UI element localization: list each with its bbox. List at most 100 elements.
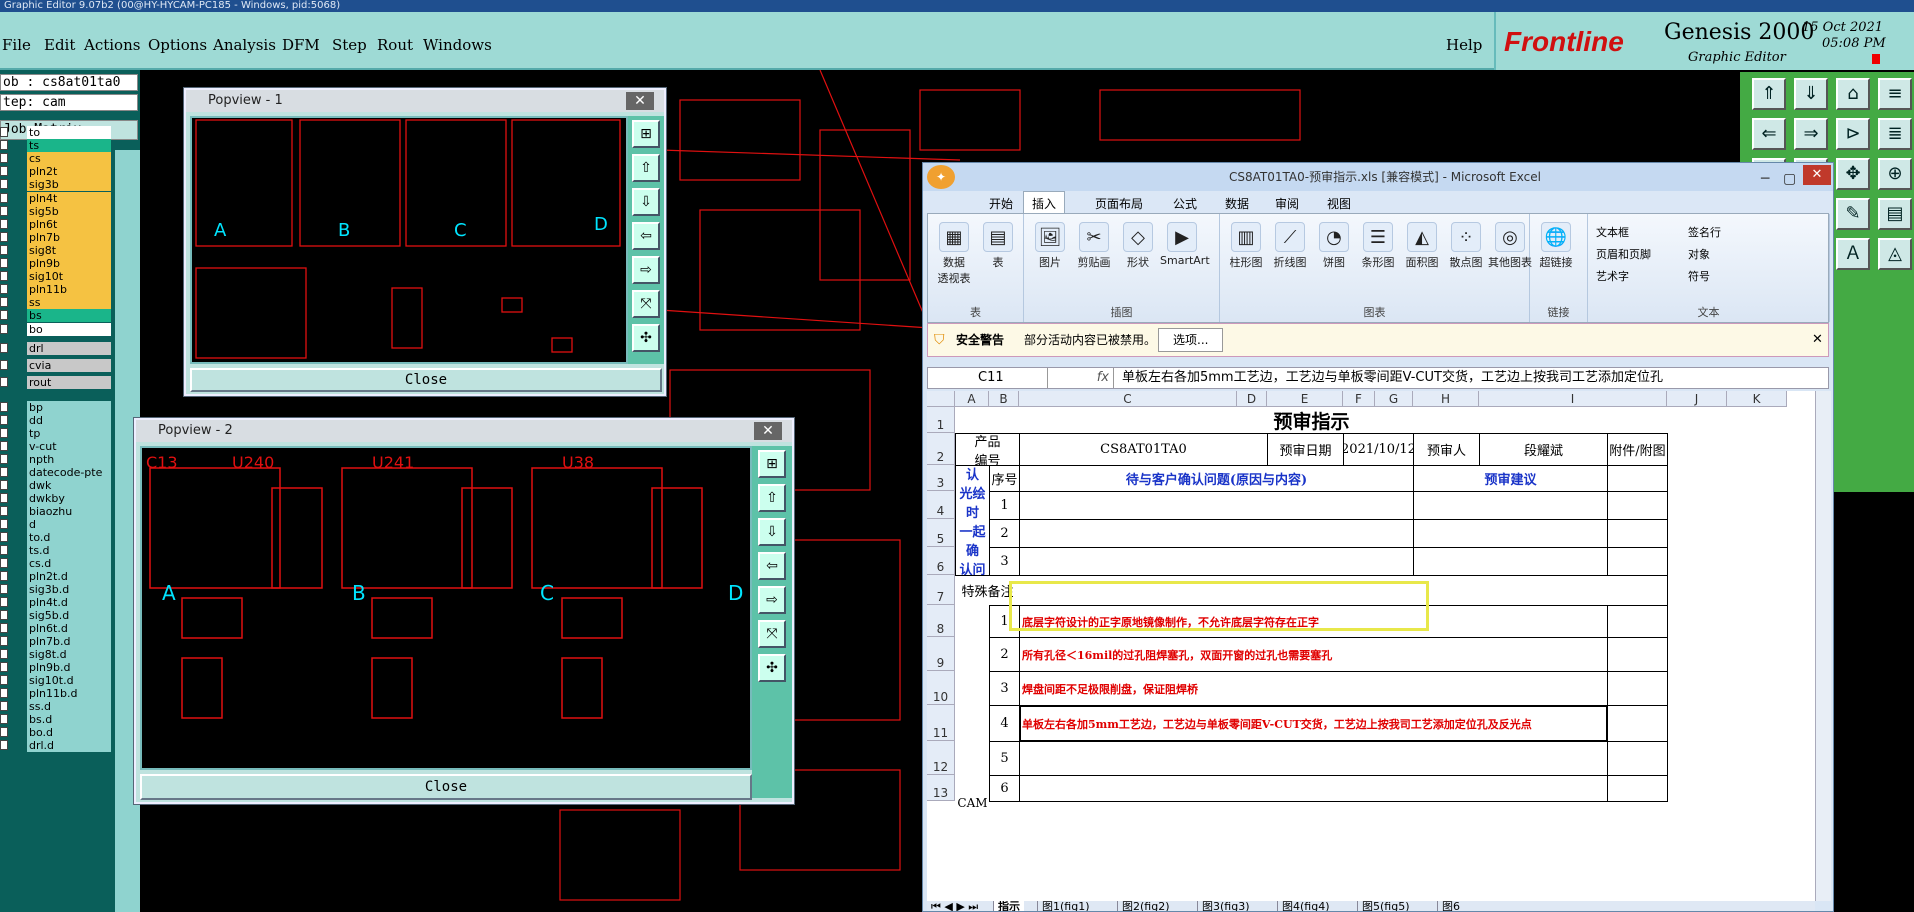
- attachment-cell[interactable]: [1607, 491, 1668, 520]
- tab-insert[interactable]: 插入: [1023, 191, 1066, 215]
- note-number[interactable]: 5: [989, 741, 1020, 776]
- layer-item[interactable]: pln7b: [27, 230, 111, 244]
- layer-checkbox[interactable]: [0, 648, 8, 659]
- ribbon-button[interactable]: ☰ 条形图: [1356, 222, 1400, 270]
- layer-checkbox[interactable]: [0, 518, 8, 529]
- menu-actions[interactable]: Actions: [84, 36, 140, 54]
- up-icon[interactable]: ⇑: [1752, 78, 1786, 110]
- layer-item[interactable]: pln7b.d: [27, 634, 111, 648]
- row-header[interactable]: 9: [927, 637, 955, 671]
- attachment-cell[interactable]: [1607, 671, 1668, 706]
- cam-label[interactable]: CAM: [955, 777, 990, 810]
- layer-checkbox[interactable]: [0, 231, 8, 242]
- add-icon[interactable]: ⊕: [1878, 158, 1912, 190]
- layer-checkbox[interactable]: [0, 453, 8, 464]
- layer-item[interactable]: rout: [27, 375, 111, 389]
- confirm-label[interactable]: 待确认 光绘时 一起确 认问题: [955, 465, 990, 576]
- layer-item[interactable]: sig10t.d: [27, 673, 111, 687]
- date-value[interactable]: 2021/10/12: [1343, 433, 1414, 466]
- row-header[interactable]: 7: [927, 575, 955, 605]
- layer-checkbox[interactable]: [0, 140, 8, 151]
- layer-item[interactable]: dwk: [27, 478, 111, 492]
- reviewer-label[interactable]: 预审人: [1413, 433, 1480, 466]
- layer-checkbox[interactable]: [0, 492, 8, 503]
- ribbon-button[interactable]: ◭ 面积图: [1400, 222, 1444, 270]
- layer-item[interactable]: ts.d: [27, 543, 111, 557]
- menu-dfm[interactable]: DFM: [282, 36, 320, 54]
- layer-checkbox[interactable]: [0, 661, 8, 672]
- popview-fit-icon[interactable]: ⤧: [758, 620, 786, 648]
- popview-right-icon[interactable]: ⇨: [632, 256, 660, 284]
- layer-checkbox[interactable]: [0, 166, 8, 177]
- attachment-cell[interactable]: [1607, 775, 1668, 802]
- layer-item[interactable]: drl: [27, 341, 111, 355]
- measure-icon[interactable]: ◬: [1878, 238, 1912, 270]
- seq-number[interactable]: 2: [989, 519, 1020, 548]
- row-header[interactable]: 12: [927, 741, 955, 775]
- layer-item[interactable]: npth: [27, 452, 111, 466]
- ribbon-text-item[interactable]: 艺术字: [1596, 268, 1629, 284]
- note-text[interactable]: 所有孔径＜16mil的过孔阻焊塞孔，双面开窗的过孔也需要塞孔: [1019, 637, 1608, 672]
- issue-cell[interactable]: [1019, 491, 1414, 520]
- suggest-cell[interactable]: [1413, 547, 1608, 576]
- column-header[interactable]: K: [1727, 391, 1787, 407]
- layer-checkbox[interactable]: [0, 258, 8, 268]
- sheet-tab[interactable]: 图1(fig1): [1037, 901, 1094, 911]
- close-icon[interactable]: ✕: [626, 92, 654, 110]
- layer-item[interactable]: dwkby: [27, 491, 111, 505]
- spreadsheet-grid[interactable]: A B C D E F G H I J K 1 2 3 4 5 6 7 8 9 10 11 12 13 预审指示 产品 编号 CS8…: [927, 391, 1815, 901]
- ribbon-button[interactable]: ▤ 表: [976, 222, 1020, 270]
- left-icon[interactable]: ⇐: [1752, 118, 1786, 150]
- ribbon-button[interactable]: 🖼 图片: [1028, 222, 1072, 270]
- ribbon-button[interactable]: ⟋ 折线图: [1268, 222, 1312, 270]
- layer-item[interactable]: pln2t.d: [27, 569, 111, 583]
- column-header[interactable]: I: [1479, 391, 1667, 407]
- layer-item[interactable]: sig10t: [27, 270, 111, 284]
- move-icon[interactable]: ✥: [1836, 158, 1870, 190]
- column-header[interactable]: E: [1267, 391, 1343, 407]
- row-header[interactable]: 2: [927, 433, 955, 465]
- layer-item[interactable]: sig8t: [27, 243, 111, 257]
- ribbon-button[interactable]: ✂ 剪贴画: [1072, 222, 1116, 270]
- tab-review[interactable]: 审阅: [1275, 195, 1299, 212]
- column-header[interactable]: J: [1667, 391, 1727, 407]
- layer-checkbox[interactable]: [0, 205, 8, 216]
- tab-page-layout[interactable]: 页面布局: [1095, 195, 1143, 212]
- product-label[interactable]: 产品 编号: [955, 433, 1020, 466]
- layer-checkbox[interactable]: [0, 531, 8, 542]
- layer-item[interactable]: bo.d: [27, 725, 111, 739]
- note-number[interactable]: 4: [989, 705, 1020, 742]
- maximize-icon[interactable]: ▢: [1783, 165, 1796, 193]
- close-icon[interactable]: ✕: [754, 422, 782, 440]
- row-header[interactable]: 8: [927, 605, 955, 637]
- column-header[interactable]: D: [1237, 391, 1267, 407]
- popview-left-icon[interactable]: ⇦: [632, 222, 660, 250]
- layer-item[interactable]: bp: [27, 400, 111, 414]
- ribbon-text-item[interactable]: 页眉和页脚: [1596, 246, 1651, 262]
- ribbon-text-item[interactable]: 对象: [1688, 246, 1710, 262]
- suggest-header[interactable]: 预审建议: [1413, 465, 1608, 492]
- column-header[interactable]: B: [989, 391, 1019, 407]
- row-header[interactable]: 11: [927, 705, 955, 741]
- layer-checkbox[interactable]: [0, 244, 8, 255]
- layer-checkbox[interactable]: [0, 401, 8, 412]
- layer-item[interactable]: pln4t.d: [27, 595, 111, 609]
- suggest-cell[interactable]: [1413, 519, 1608, 548]
- attachment-cell[interactable]: [1607, 547, 1668, 576]
- ribbon-button[interactable]: ◎ 其他图表: [1488, 222, 1532, 270]
- layer-checkbox[interactable]: [0, 687, 8, 698]
- layer-checkbox[interactable]: [0, 153, 8, 164]
- sheet-tab[interactable]: 指示: [993, 901, 1024, 911]
- layer-item[interactable]: sig8t.d: [27, 647, 111, 661]
- layer-item[interactable]: cs.d: [27, 556, 111, 570]
- layer-checkbox[interactable]: [0, 127, 8, 137]
- layer-checkbox[interactable]: [0, 192, 8, 203]
- layer-item[interactable]: dd: [27, 413, 111, 427]
- row-header[interactable]: 13: [927, 775, 955, 801]
- column-header[interactable]: A: [955, 391, 989, 407]
- layer-checkbox[interactable]: [0, 271, 8, 282]
- layer-item[interactable]: pln6t: [27, 217, 111, 231]
- note-number[interactable]: 3: [989, 671, 1020, 706]
- attachment-cell[interactable]: [1607, 705, 1668, 742]
- layer-item[interactable]: ss.d: [27, 699, 111, 713]
